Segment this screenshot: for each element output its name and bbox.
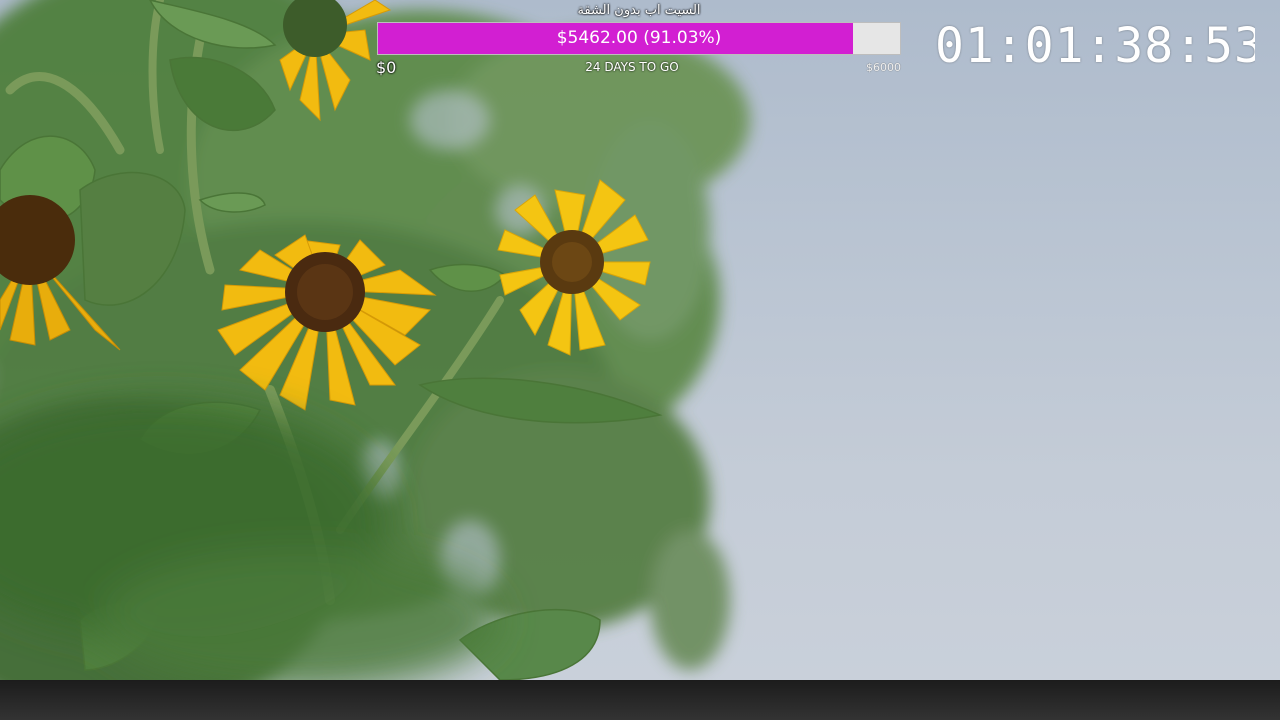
goal-amount-text: $5462.00 (91.03%) [556,28,722,48]
goal-title: السيت اب بدون الشقة [577,3,701,18]
goal-days-left: 24 DAYS TO GO [585,60,679,74]
player-bottom-bar [0,680,1280,720]
goal-progress-bar: $5462.00 (91.03%) [377,22,901,55]
video-frame [0,0,1280,680]
goal-max-label: $6000 [866,61,901,74]
sunflower-scene [0,0,750,680]
countdown-timer: 01:01:38:53 [935,18,1255,74]
